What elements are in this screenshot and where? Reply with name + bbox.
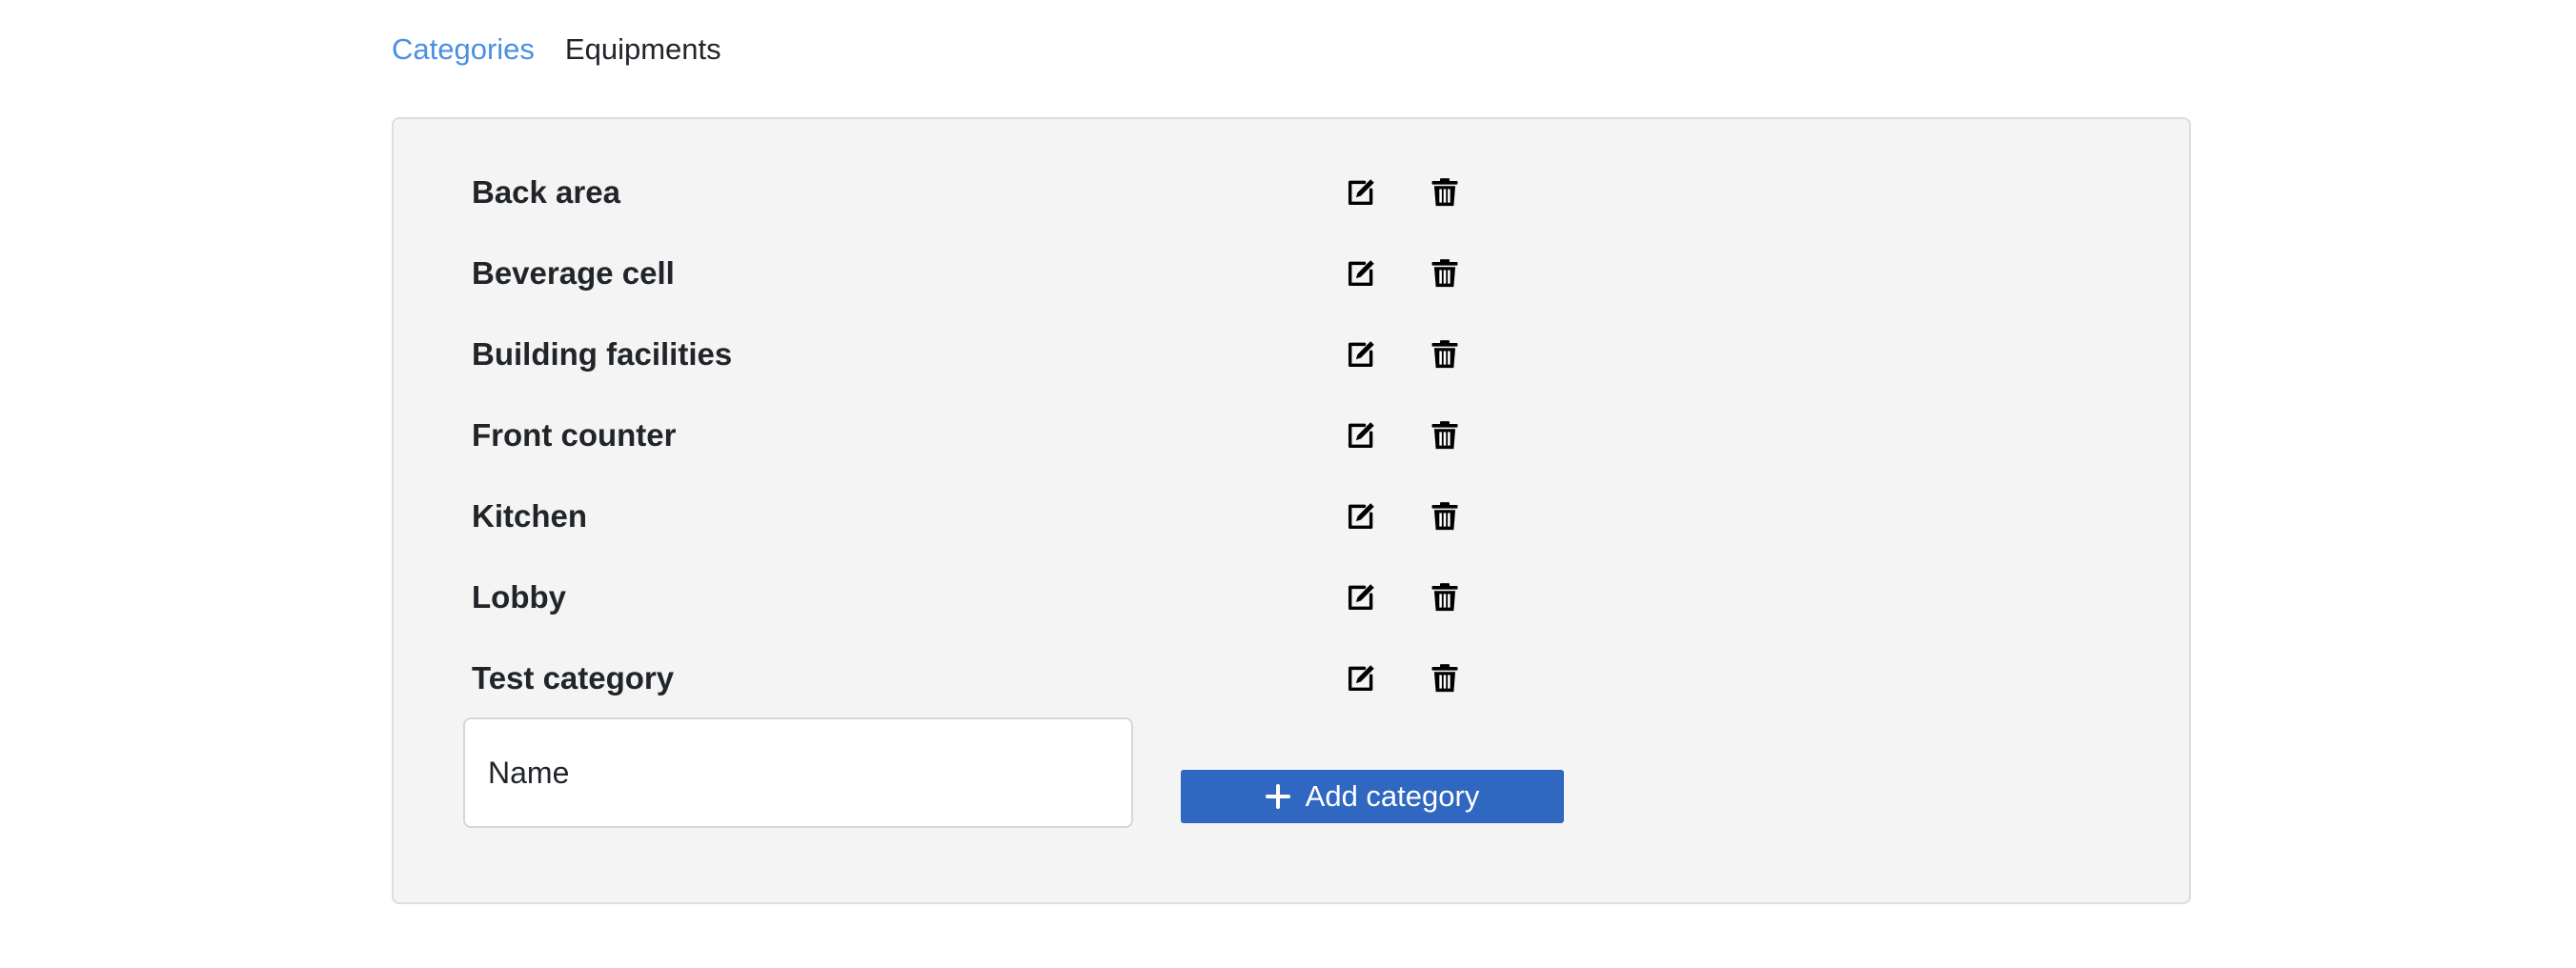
category-row: Kitchen [472,488,1520,545]
category-name: Test category [472,660,675,696]
category-row: Back area [472,164,1520,221]
category-name: Beverage cell [472,255,675,291]
trash-icon[interactable] [1428,661,1462,696]
category-row: Front counter [472,407,1520,464]
category-tabs: Categories Equipments [392,21,721,78]
edit-icon[interactable] [1344,418,1378,453]
trash-icon[interactable] [1428,175,1462,210]
category-name: Back area [472,174,620,210]
edit-icon[interactable] [1344,580,1378,615]
category-name-input[interactable] [463,717,1133,828]
add-category-button[interactable]: Add category [1181,770,1564,823]
trash-icon[interactable] [1428,499,1462,534]
add-category-label: Add category [1305,779,1480,813]
category-name: Building facilities [472,336,733,372]
category-row: Test category [472,650,1520,707]
category-name: Kitchen [472,498,588,534]
trash-icon[interactable] [1428,418,1462,453]
category-name: Lobby [472,579,566,615]
category-row: Lobby [472,569,1520,626]
edit-icon[interactable] [1344,175,1378,210]
trash-icon[interactable] [1428,580,1462,615]
category-row: Building facilities [472,326,1520,383]
category-name: Front counter [472,417,677,453]
edit-icon[interactable] [1344,337,1378,372]
trash-icon[interactable] [1428,256,1462,291]
edit-icon[interactable] [1344,256,1378,291]
edit-icon[interactable] [1344,661,1378,696]
edit-icon[interactable] [1344,499,1378,534]
plus-icon [1265,784,1290,809]
tab-equipments[interactable]: Equipments [565,21,721,78]
category-row: Beverage cell [472,245,1520,302]
trash-icon[interactable] [1428,337,1462,372]
categories-panel: Back area Beverage cell Building facilit… [392,117,2191,904]
tab-categories[interactable]: Categories [392,21,535,78]
